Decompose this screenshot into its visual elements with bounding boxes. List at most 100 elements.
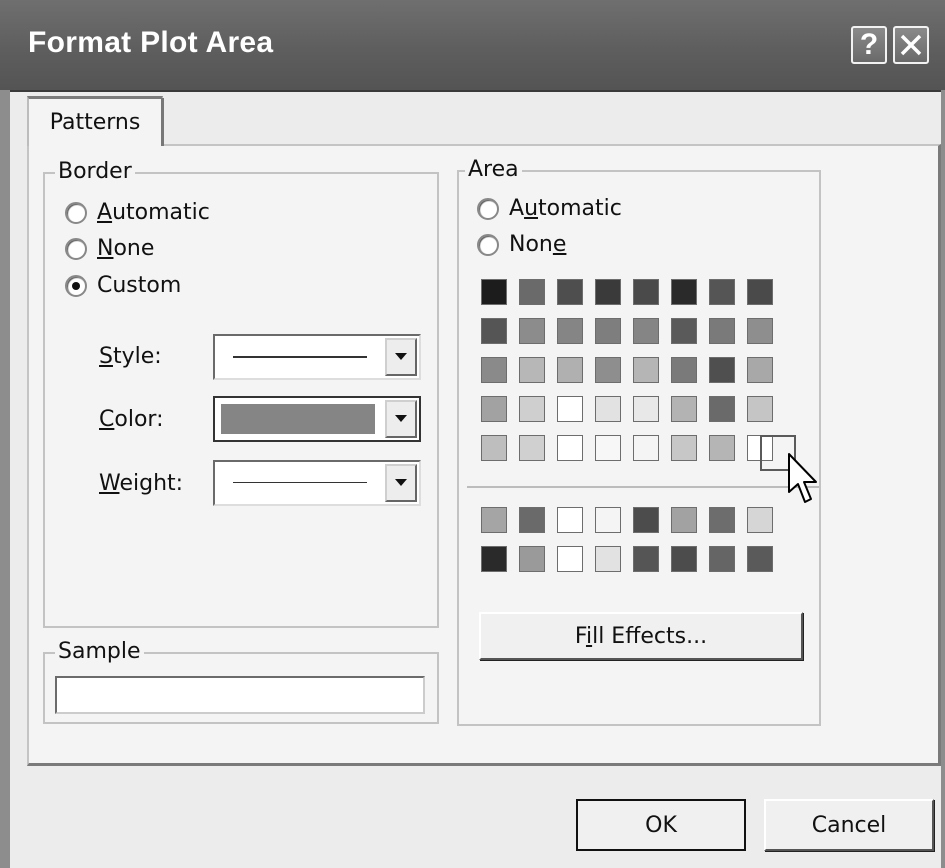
dialog-title: Format Plot Area: [28, 26, 274, 59]
extra-color-swatch[interactable]: [557, 507, 583, 533]
extra-color-swatch[interactable]: [633, 546, 659, 572]
title-bar: Format Plot Area ?: [0, 0, 945, 92]
standard-color-swatch[interactable]: [671, 396, 697, 422]
line-style-preview: [233, 356, 367, 358]
standard-color-swatch[interactable]: [557, 396, 583, 422]
standard-color-swatch[interactable]: [481, 279, 507, 305]
mouse-cursor-icon: [788, 453, 817, 503]
standard-color-swatch[interactable]: [671, 318, 697, 344]
sample-preview: [55, 676, 425, 714]
chevron-down-icon: [395, 353, 407, 360]
window-frame-left: [0, 90, 10, 868]
standard-color-swatch[interactable]: [709, 435, 735, 461]
border-none-radio[interactable]: None: [65, 236, 154, 261]
border-custom-label: Custom: [97, 273, 182, 298]
area-none-label: None: [509, 232, 567, 257]
standard-color-swatch[interactable]: [671, 435, 697, 461]
standard-color-swatch[interactable]: [557, 279, 583, 305]
standard-color-swatch[interactable]: [557, 357, 583, 383]
area-automatic-radio[interactable]: Automatic: [477, 196, 622, 221]
radio-icon: [65, 201, 87, 224]
standard-color-swatch[interactable]: [633, 396, 659, 422]
border-custom-radio[interactable]: Custom: [65, 273, 181, 298]
color-swatch: [221, 404, 375, 434]
cancel-button[interactable]: Cancel: [764, 799, 934, 851]
standard-color-swatch[interactable]: [747, 318, 773, 344]
fill-effects-button[interactable]: Fill Effects...: [479, 612, 803, 660]
standard-color-swatch[interactable]: [671, 279, 697, 305]
extra-color-swatch[interactable]: [481, 507, 507, 533]
standard-color-swatch[interactable]: [747, 396, 773, 422]
sample-group-label: Sample: [55, 639, 144, 665]
standard-color-swatch[interactable]: [595, 357, 621, 383]
standard-color-swatch[interactable]: [595, 279, 621, 305]
standard-color-swatch[interactable]: [595, 318, 621, 344]
extra-color-swatch[interactable]: [747, 507, 773, 533]
standard-color-swatch[interactable]: [709, 279, 735, 305]
color-dropdown[interactable]: [213, 396, 421, 442]
extra-color-swatch[interactable]: [519, 507, 545, 533]
fill-effects-label: Fill Effects...: [574, 623, 708, 649]
radio-icon: [65, 237, 87, 260]
extra-color-swatch[interactable]: [595, 546, 621, 572]
palette-separator: [467, 486, 819, 488]
radio-checked-icon: [65, 274, 87, 297]
cancel-label: Cancel: [811, 812, 887, 838]
help-icon: ?: [859, 28, 879, 61]
standard-color-swatch[interactable]: [709, 357, 735, 383]
color-label: Color:: [99, 407, 164, 432]
weight-dropdown[interactable]: [213, 460, 421, 506]
standard-color-swatch[interactable]: [481, 435, 507, 461]
extra-color-swatch[interactable]: [633, 507, 659, 533]
standard-color-swatch[interactable]: [595, 435, 621, 461]
standard-color-swatch[interactable]: [633, 279, 659, 305]
standard-color-swatch[interactable]: [557, 435, 583, 461]
extra-color-swatch[interactable]: [747, 546, 773, 572]
close-button[interactable]: [893, 26, 929, 64]
extra-color-swatch[interactable]: [709, 507, 735, 533]
ok-button[interactable]: OK: [576, 799, 746, 851]
standard-color-swatch[interactable]: [709, 318, 735, 344]
standard-color-swatch[interactable]: [519, 279, 545, 305]
extra-color-swatch[interactable]: [595, 507, 621, 533]
standard-color-swatch[interactable]: [481, 396, 507, 422]
extra-color-swatch[interactable]: [671, 507, 697, 533]
extra-color-swatch[interactable]: [481, 546, 507, 572]
standard-color-swatch[interactable]: [519, 357, 545, 383]
standard-color-swatch[interactable]: [633, 435, 659, 461]
standard-color-swatch[interactable]: [671, 357, 697, 383]
dropdown-arrow[interactable]: [385, 464, 417, 502]
dropdown-arrow[interactable]: [385, 338, 417, 376]
standard-color-swatch[interactable]: [519, 318, 545, 344]
close-icon: [900, 34, 922, 56]
dropdown-arrow[interactable]: [385, 400, 417, 438]
radio-icon: [477, 197, 499, 220]
help-button[interactable]: ?: [851, 26, 887, 64]
extra-color-swatch[interactable]: [709, 546, 735, 572]
standard-color-swatch[interactable]: [633, 357, 659, 383]
standard-color-swatch[interactable]: [557, 318, 583, 344]
tab-patterns[interactable]: Patterns: [27, 96, 163, 146]
tab-edge: [161, 98, 164, 146]
radio-icon: [477, 233, 499, 256]
standard-color-swatch[interactable]: [481, 318, 507, 344]
border-automatic-radio[interactable]: Automatic: [65, 200, 210, 225]
window-frame-right: [941, 90, 945, 868]
standard-color-swatch[interactable]: [747, 357, 773, 383]
extra-color-swatch[interactable]: [557, 546, 583, 572]
standard-color-swatch[interactable]: [709, 396, 735, 422]
border-group: Border Automatic None Custom Style: Colo…: [43, 159, 439, 628]
extra-color-swatch[interactable]: [671, 546, 697, 572]
style-label: Style:: [99, 344, 162, 369]
area-group-label: Area: [465, 157, 522, 183]
standard-color-swatch[interactable]: [519, 435, 545, 461]
area-none-radio[interactable]: None: [477, 232, 566, 257]
style-dropdown[interactable]: [213, 334, 421, 380]
area-automatic-label: Automatic: [509, 196, 622, 221]
standard-color-swatch[interactable]: [519, 396, 545, 422]
extra-color-swatch[interactable]: [519, 546, 545, 572]
standard-color-swatch[interactable]: [481, 357, 507, 383]
standard-color-swatch[interactable]: [747, 279, 773, 305]
standard-color-swatch[interactable]: [595, 396, 621, 422]
standard-color-swatch[interactable]: [633, 318, 659, 344]
